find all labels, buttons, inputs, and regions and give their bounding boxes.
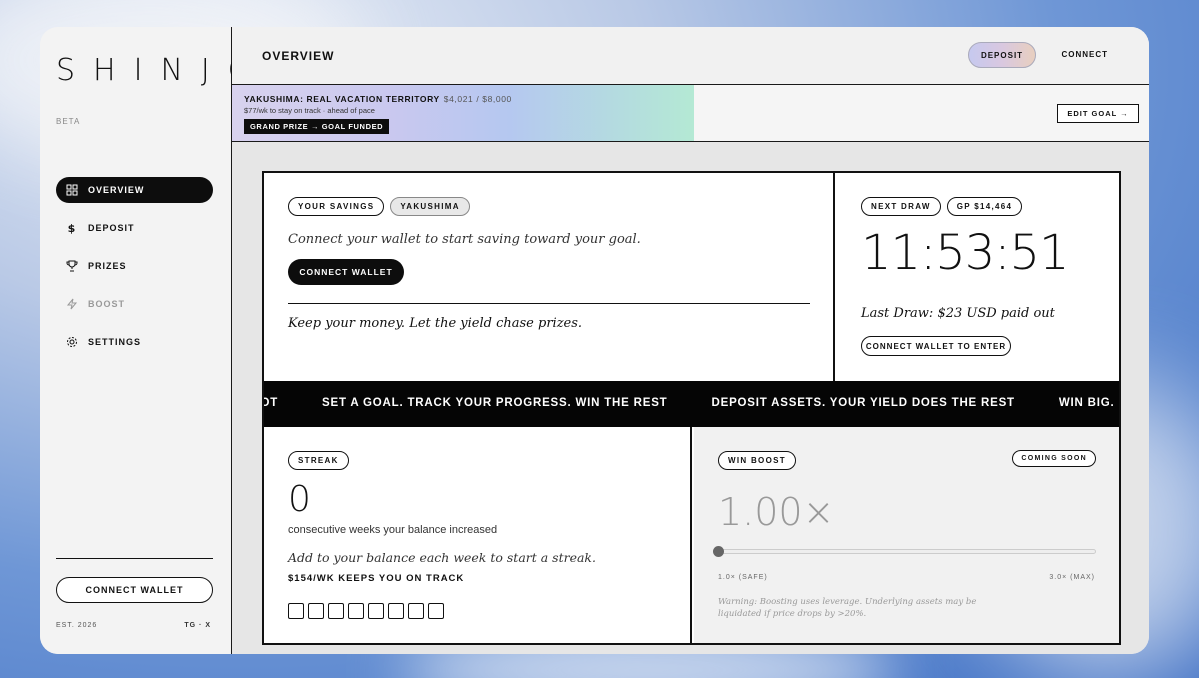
page-title: OVERVIEW [262, 48, 335, 63]
ticker-item: WIN BIG. LOSE NOTHING [1058, 397, 1119, 409]
streak-week-box [388, 603, 404, 619]
savings-pills: YOUR SAVINGS YAKUSHIMA [288, 197, 470, 216]
sidebar-item-boost[interactable]: BOOST [56, 291, 213, 317]
app-window: SHINJO BETA OVERVIEW $ DEPOSIT PRIZES BO… [40, 27, 1149, 654]
social-links[interactable]: TG · X [184, 622, 211, 629]
top-bar: OVERVIEW DEPOSIT CONNECT [232, 27, 1149, 85]
grand-prize-badge: GRAND PRIZE → GOAL FUNDED [244, 119, 390, 134]
sidebar-item-label: DEPOSIT [88, 223, 135, 233]
sidebar-item-overview[interactable]: OVERVIEW [56, 177, 213, 203]
dollar-icon: $ [66, 222, 78, 234]
your-savings-pill: YOUR SAVINGS [288, 197, 385, 216]
deposit-button[interactable]: DEPOSIT [968, 42, 1036, 68]
savings-card: YOUR SAVINGS YAKUSHIMA Connect your wall… [264, 173, 835, 381]
main-content: OVERVIEW DEPOSIT CONNECT YAKUSHIMA: REAL… [232, 27, 1149, 654]
streak-week-box [308, 603, 324, 619]
boost-value: 1.00× [718, 490, 835, 534]
streak-week-box [348, 603, 364, 619]
streak-card: STREAK 0 consecutive weeks your balance … [264, 427, 692, 643]
next-draw-pill: NEXT DRAW [861, 197, 941, 216]
coming-soon-badge: COMING SOON [1012, 450, 1096, 467]
goal-pill: YAKUSHIMA [390, 197, 470, 216]
boost-slider[interactable] [713, 546, 1096, 557]
sidebar-item-label: BOOST [88, 299, 126, 309]
trophy-icon [66, 260, 78, 272]
sidebar-nav: OVERVIEW $ DEPOSIT PRIZES BOOST SETTINGS [56, 177, 213, 367]
edit-goal-button[interactable]: EDIT GOAL → [1057, 104, 1139, 123]
dashboard-board: YOUR SAVINGS YAKUSHIMA Connect your wall… [262, 171, 1121, 645]
streak-hint: Add to your balance each week to start a… [288, 550, 596, 565]
sidebar-item-settings[interactable]: SETTINGS [56, 329, 213, 355]
draw-countdown: 11:53:51 [861, 225, 1070, 281]
lightning-icon [66, 298, 78, 310]
last-draw-text: Last Draw: $23 USD paid out [861, 306, 1055, 321]
next-draw-card: NEXT DRAW GP $14,464 11:53:51 Last Draw:… [837, 173, 1119, 381]
boost-warning: Warning: Boosting uses leverage. Underly… [718, 597, 977, 619]
ticker-track: POT SET A GOAL. TRACK YOUR PROGRESS. WIN … [264, 397, 1119, 409]
sidebar-item-label: PRIZES [88, 261, 127, 271]
boost-slider-handle[interactable] [713, 546, 724, 557]
svg-text:$: $ [68, 222, 77, 234]
grand-prize-pill: GP $14,464 [946, 197, 1023, 216]
established-label: EST. 2026 [56, 622, 98, 629]
savings-tagline: Keep your money. Let the yield chase pri… [288, 316, 583, 331]
goal-name: YAKUSHIMA: REAL VACATION TERRITORY [244, 94, 440, 104]
beta-label: BETA [56, 117, 81, 126]
streak-week-box [368, 603, 384, 619]
streak-pills: STREAK [288, 451, 349, 470]
marquee-ticker: POT SET A GOAL. TRACK YOUR PROGRESS. WIN … [264, 381, 1119, 427]
boost-min-label: 1.0× (SAFE) [718, 574, 768, 581]
streak-pill: STREAK [288, 451, 349, 470]
win-boost-card: WIN BOOST COMING SOON 1.00× 1.0× (SAFE) … [694, 427, 1119, 643]
streak-week-boxes [288, 603, 444, 619]
goal-amount: $4,021 / $8,000 [443, 94, 512, 104]
ticker-item: SET A GOAL. TRACK YOUR PROGRESS. WIN THE… [322, 397, 668, 409]
streak-week-box [408, 603, 424, 619]
boost-max-label: 3.0× (MAX) [1049, 574, 1095, 581]
savings-connect-wallet-button[interactable]: CONNECT WALLET [288, 259, 404, 285]
sidebar-divider [56, 558, 213, 559]
streak-count: 0 [288, 479, 311, 520]
sidebar-connect-wallet-button[interactable]: CONNECT WALLET [56, 577, 213, 603]
streak-week-box [428, 603, 444, 619]
streak-week-box [288, 603, 304, 619]
gear-icon [66, 336, 78, 348]
win-boost-pill: WIN BOOST [718, 451, 796, 470]
sidebar: SHINJO BETA OVERVIEW $ DEPOSIT PRIZES BO… [40, 27, 251, 654]
ticker-item: POT [264, 397, 279, 409]
savings-message: Connect your wallet to start saving towa… [288, 232, 641, 247]
connect-button[interactable]: CONNECT [1061, 50, 1108, 59]
goal-bar: YAKUSHIMA: REAL VACATION TERRITORY $4,021… [232, 85, 1149, 142]
goal-subtitle: $77/wk to stay on track · ahead of pace [244, 106, 375, 115]
sidebar-item-deposit[interactable]: $ DEPOSIT [56, 215, 213, 241]
connect-to-enter-button[interactable]: CONNECT WALLET TO ENTER [861, 336, 1011, 356]
streak-subtitle: consecutive weeks your balance increased [288, 524, 498, 536]
grid-icon [66, 184, 78, 196]
goal-title: YAKUSHIMA: REAL VACATION TERRITORY $4,021… [244, 94, 512, 104]
sidebar-item-label: SETTINGS [88, 337, 142, 347]
sidebar-item-prizes[interactable]: PRIZES [56, 253, 213, 279]
draw-pills: NEXT DRAW GP $14,464 [861, 197, 1023, 216]
ticker-item: DEPOSIT ASSETS. YOUR YIELD DOES THE REST [711, 397, 1015, 409]
streak-week-box [328, 603, 344, 619]
boost-pills: WIN BOOST [718, 451, 796, 470]
streak-target: $154/WK KEEPS YOU ON TRACK [288, 573, 465, 584]
savings-divider [288, 303, 810, 304]
sidebar-item-label: OVERVIEW [88, 185, 145, 195]
